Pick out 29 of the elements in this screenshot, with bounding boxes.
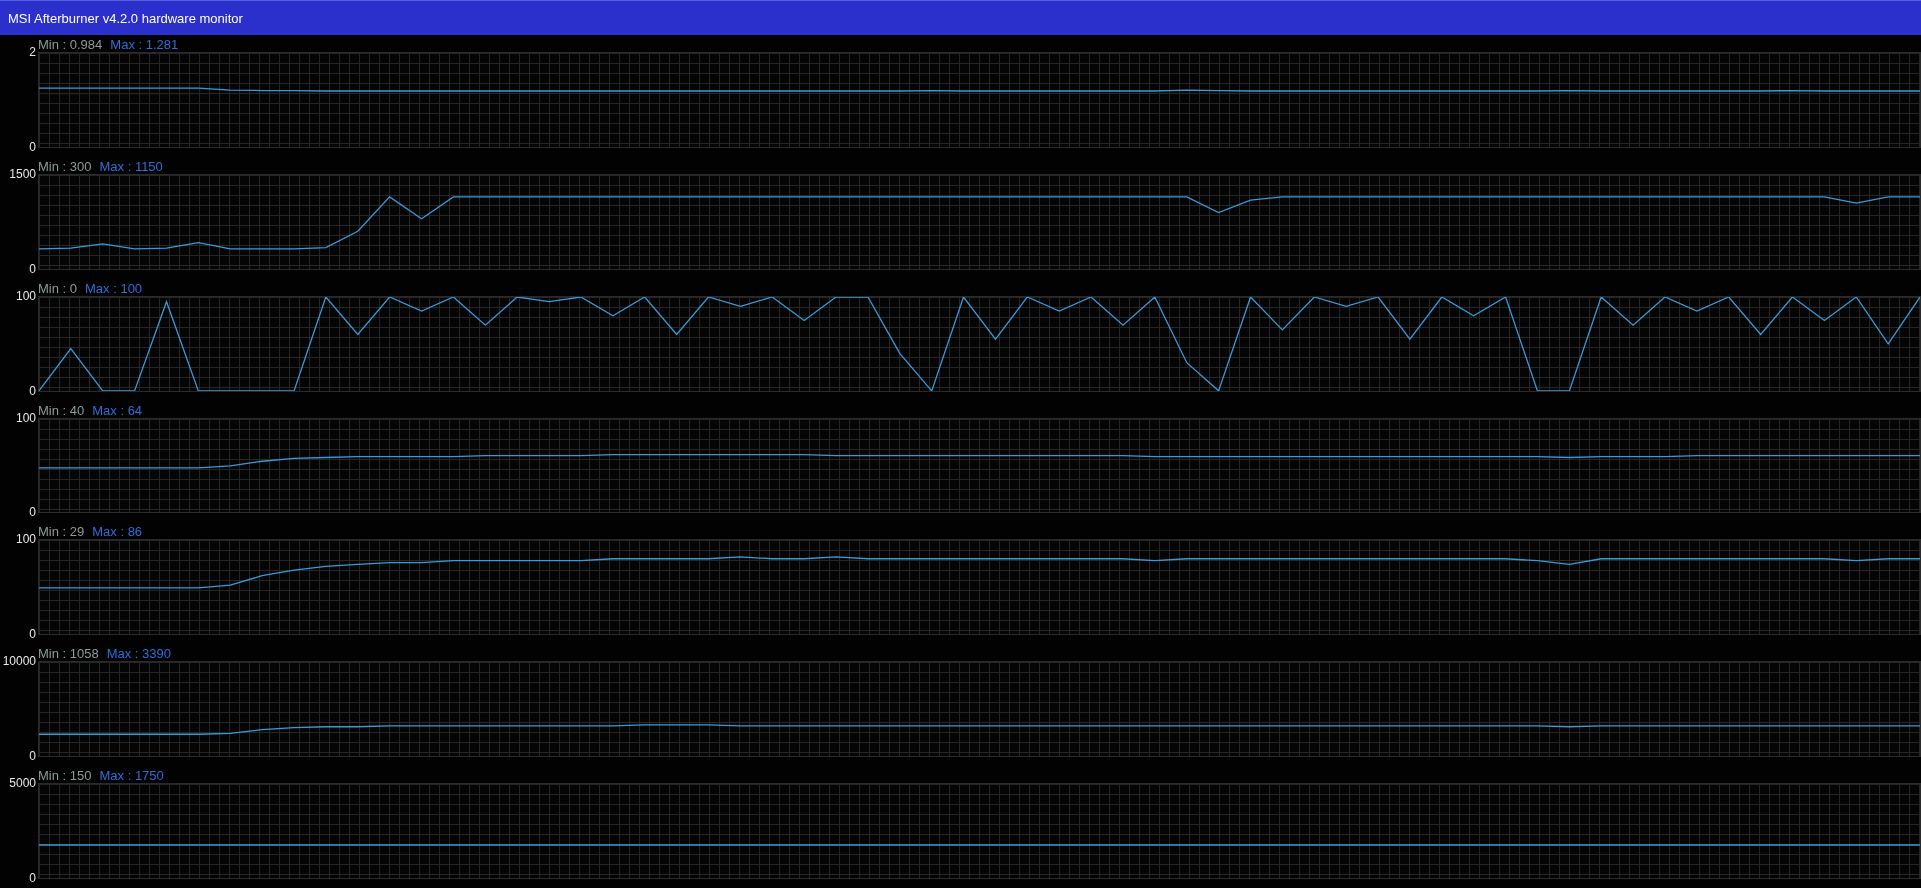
- y-axis-label: 100: [15, 533, 36, 547]
- y-axis-label: 0: [29, 262, 36, 276]
- y-axis-label: 2: [29, 46, 36, 59]
- max-reading: Max : 64: [92, 402, 143, 418]
- min-reading: Min : 1058: [38, 646, 99, 662]
- max-reading: Max : 1.281: [110, 37, 179, 52]
- max-reading: Max : 1750: [99, 768, 164, 784]
- y-axis-label: 0: [29, 140, 36, 154]
- min-reading: Min : 29: [38, 524, 85, 540]
- y-axis-label: 10000: [2, 655, 36, 669]
- y-axis-label: 0: [29, 384, 36, 398]
- min-reading: Min : 0.984: [38, 37, 103, 52]
- min-reading: Min : 300: [38, 158, 92, 174]
- y-axis-label: 5000: [9, 777, 36, 791]
- max-reading: Max : 3390: [106, 646, 172, 662]
- max-reading: Max : 86: [92, 524, 143, 540]
- min-reading: Min : 0: [38, 280, 77, 296]
- min-reading: Min : 150: [38, 768, 92, 784]
- min-reading: Min : 40: [38, 402, 85, 418]
- max-reading: Max : 1150: [99, 158, 163, 174]
- y-axis-label: 0: [29, 506, 36, 520]
- y-axis-label: 0: [29, 872, 36, 885]
- y-axis-label: 1500: [9, 167, 36, 181]
- y-axis-label: 0: [29, 628, 36, 642]
- window-title: MSI Afterburner v4.2.0 hardware monitor: [8, 10, 243, 26]
- max-reading: Max : 100: [85, 280, 143, 296]
- y-axis-label: 100: [15, 289, 36, 303]
- y-axis-label: 0: [29, 750, 36, 764]
- y-axis-label: 100: [15, 411, 36, 425]
